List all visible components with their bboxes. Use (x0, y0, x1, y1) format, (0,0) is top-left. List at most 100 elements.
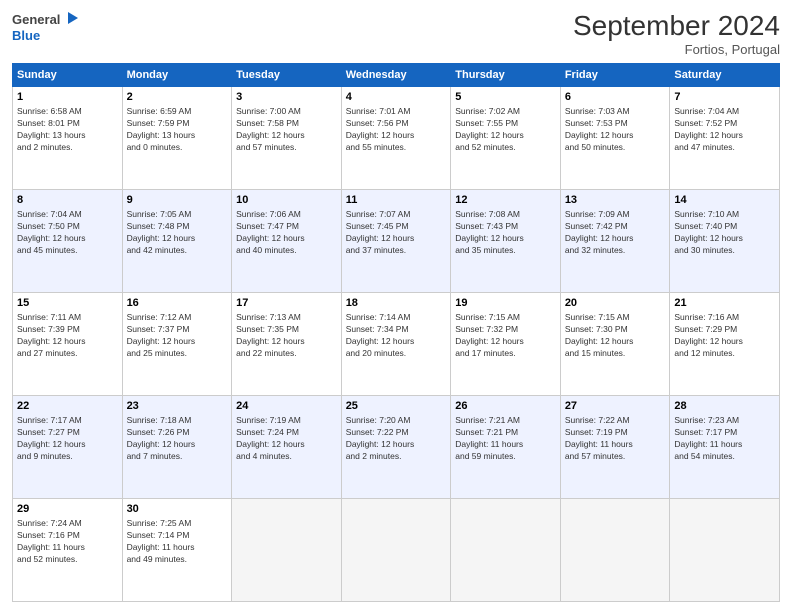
day-number: 11 (346, 193, 447, 208)
col-sunday: Sunday (13, 64, 123, 87)
table-row: 21Sunrise: 7:16 AM Sunset: 7:29 PM Dayli… (670, 293, 780, 396)
day-info: Sunrise: 6:58 AM Sunset: 8:01 PM Dayligh… (17, 106, 118, 154)
day-number: 29 (17, 502, 118, 517)
table-row: 27Sunrise: 7:22 AM Sunset: 7:19 PM Dayli… (560, 396, 670, 499)
day-info: Sunrise: 7:15 AM Sunset: 7:32 PM Dayligh… (455, 312, 556, 360)
table-row (451, 499, 561, 602)
month-title: September 2024 (573, 10, 780, 42)
header: GeneralBlue September 2024 Fortios, Port… (12, 10, 780, 57)
table-row: 17Sunrise: 7:13 AM Sunset: 7:35 PM Dayli… (232, 293, 342, 396)
table-row: 11Sunrise: 7:07 AM Sunset: 7:45 PM Dayli… (341, 190, 451, 293)
table-row (341, 499, 451, 602)
table-row: 15Sunrise: 7:11 AM Sunset: 7:39 PM Dayli… (13, 293, 123, 396)
day-info: Sunrise: 7:01 AM Sunset: 7:56 PM Dayligh… (346, 106, 447, 154)
day-number: 7 (674, 90, 775, 105)
day-number: 2 (127, 90, 228, 105)
table-row: 10Sunrise: 7:06 AM Sunset: 7:47 PM Dayli… (232, 190, 342, 293)
table-row (232, 499, 342, 602)
day-number: 15 (17, 296, 118, 311)
day-number: 14 (674, 193, 775, 208)
page: GeneralBlue September 2024 Fortios, Port… (0, 0, 792, 612)
calendar-table: Sunday Monday Tuesday Wednesday Thursday… (12, 63, 780, 602)
day-info: Sunrise: 7:11 AM Sunset: 7:39 PM Dayligh… (17, 312, 118, 360)
location: Fortios, Portugal (573, 42, 780, 57)
col-monday: Monday (122, 64, 232, 87)
day-info: Sunrise: 7:06 AM Sunset: 7:47 PM Dayligh… (236, 209, 337, 257)
day-number: 3 (236, 90, 337, 105)
day-info: Sunrise: 7:18 AM Sunset: 7:26 PM Dayligh… (127, 415, 228, 463)
table-row: 9Sunrise: 7:05 AM Sunset: 7:48 PM Daylig… (122, 190, 232, 293)
day-number: 19 (455, 296, 556, 311)
day-number: 25 (346, 399, 447, 414)
day-number: 21 (674, 296, 775, 311)
day-info: Sunrise: 7:25 AM Sunset: 7:14 PM Dayligh… (127, 518, 228, 566)
table-row: 13Sunrise: 7:09 AM Sunset: 7:42 PM Dayli… (560, 190, 670, 293)
table-row: 23Sunrise: 7:18 AM Sunset: 7:26 PM Dayli… (122, 396, 232, 499)
col-saturday: Saturday (670, 64, 780, 87)
col-tuesday: Tuesday (232, 64, 342, 87)
day-number: 4 (346, 90, 447, 105)
day-number: 10 (236, 193, 337, 208)
day-info: Sunrise: 7:02 AM Sunset: 7:55 PM Dayligh… (455, 106, 556, 154)
table-row: 18Sunrise: 7:14 AM Sunset: 7:34 PM Dayli… (341, 293, 451, 396)
table-row: 12Sunrise: 7:08 AM Sunset: 7:43 PM Dayli… (451, 190, 561, 293)
table-row: 3Sunrise: 7:00 AM Sunset: 7:58 PM Daylig… (232, 87, 342, 190)
table-row: 28Sunrise: 7:23 AM Sunset: 7:17 PM Dayli… (670, 396, 780, 499)
table-row: 20Sunrise: 7:15 AM Sunset: 7:30 PM Dayli… (560, 293, 670, 396)
day-number: 5 (455, 90, 556, 105)
day-number: 22 (17, 399, 118, 414)
day-number: 24 (236, 399, 337, 414)
day-info: Sunrise: 7:13 AM Sunset: 7:35 PM Dayligh… (236, 312, 337, 360)
day-number: 1 (17, 90, 118, 105)
day-number: 18 (346, 296, 447, 311)
calendar-row: 1Sunrise: 6:58 AM Sunset: 8:01 PM Daylig… (13, 87, 780, 190)
table-row: 25Sunrise: 7:20 AM Sunset: 7:22 PM Dayli… (341, 396, 451, 499)
table-row: 24Sunrise: 7:19 AM Sunset: 7:24 PM Dayli… (232, 396, 342, 499)
col-wednesday: Wednesday (341, 64, 451, 87)
calendar-row: 29Sunrise: 7:24 AM Sunset: 7:16 PM Dayli… (13, 499, 780, 602)
logo: GeneralBlue (12, 10, 84, 46)
day-info: Sunrise: 7:08 AM Sunset: 7:43 PM Dayligh… (455, 209, 556, 257)
day-info: Sunrise: 7:21 AM Sunset: 7:21 PM Dayligh… (455, 415, 556, 463)
day-number: 28 (674, 399, 775, 414)
day-info: Sunrise: 7:05 AM Sunset: 7:48 PM Dayligh… (127, 209, 228, 257)
table-row (670, 499, 780, 602)
day-info: Sunrise: 7:09 AM Sunset: 7:42 PM Dayligh… (565, 209, 666, 257)
day-number: 27 (565, 399, 666, 414)
table-row: 1Sunrise: 6:58 AM Sunset: 8:01 PM Daylig… (13, 87, 123, 190)
table-row: 6Sunrise: 7:03 AM Sunset: 7:53 PM Daylig… (560, 87, 670, 190)
day-info: Sunrise: 6:59 AM Sunset: 7:59 PM Dayligh… (127, 106, 228, 154)
table-row: 19Sunrise: 7:15 AM Sunset: 7:32 PM Dayli… (451, 293, 561, 396)
svg-text:General: General (12, 12, 60, 27)
calendar-row: 22Sunrise: 7:17 AM Sunset: 7:27 PM Dayli… (13, 396, 780, 499)
col-thursday: Thursday (451, 64, 561, 87)
day-info: Sunrise: 7:03 AM Sunset: 7:53 PM Dayligh… (565, 106, 666, 154)
day-info: Sunrise: 7:22 AM Sunset: 7:19 PM Dayligh… (565, 415, 666, 463)
day-info: Sunrise: 7:10 AM Sunset: 7:40 PM Dayligh… (674, 209, 775, 257)
table-row: 14Sunrise: 7:10 AM Sunset: 7:40 PM Dayli… (670, 190, 780, 293)
day-info: Sunrise: 7:15 AM Sunset: 7:30 PM Dayligh… (565, 312, 666, 360)
day-number: 12 (455, 193, 556, 208)
day-info: Sunrise: 7:00 AM Sunset: 7:58 PM Dayligh… (236, 106, 337, 154)
day-info: Sunrise: 7:19 AM Sunset: 7:24 PM Dayligh… (236, 415, 337, 463)
day-number: 8 (17, 193, 118, 208)
day-number: 17 (236, 296, 337, 311)
table-row: 26Sunrise: 7:21 AM Sunset: 7:21 PM Dayli… (451, 396, 561, 499)
day-info: Sunrise: 7:04 AM Sunset: 7:50 PM Dayligh… (17, 209, 118, 257)
day-info: Sunrise: 7:12 AM Sunset: 7:37 PM Dayligh… (127, 312, 228, 360)
day-number: 20 (565, 296, 666, 311)
day-number: 26 (455, 399, 556, 414)
day-info: Sunrise: 7:07 AM Sunset: 7:45 PM Dayligh… (346, 209, 447, 257)
calendar-row: 8Sunrise: 7:04 AM Sunset: 7:50 PM Daylig… (13, 190, 780, 293)
table-row: 7Sunrise: 7:04 AM Sunset: 7:52 PM Daylig… (670, 87, 780, 190)
title-block: September 2024 Fortios, Portugal (573, 10, 780, 57)
day-info: Sunrise: 7:17 AM Sunset: 7:27 PM Dayligh… (17, 415, 118, 463)
day-number: 16 (127, 296, 228, 311)
day-info: Sunrise: 7:23 AM Sunset: 7:17 PM Dayligh… (674, 415, 775, 463)
table-row: 22Sunrise: 7:17 AM Sunset: 7:27 PM Dayli… (13, 396, 123, 499)
logo-svg: GeneralBlue (12, 10, 84, 46)
table-row: 2Sunrise: 6:59 AM Sunset: 7:59 PM Daylig… (122, 87, 232, 190)
day-number: 9 (127, 193, 228, 208)
day-number: 6 (565, 90, 666, 105)
day-number: 13 (565, 193, 666, 208)
